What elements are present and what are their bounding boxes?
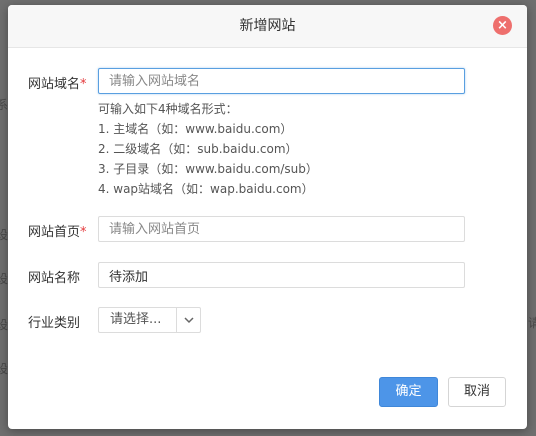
backdrop-text: 设: [0, 362, 9, 376]
hint-item: 1. 主域名（如：www.baidu.com）: [98, 122, 293, 136]
industry-label: 行业类别: [28, 316, 81, 331]
select-divider: [176, 308, 177, 332]
domain-input[interactable]: [98, 68, 465, 94]
add-site-dialog: 新增网站 × 网站域名* 可输入如下4种域名形式： 1. 主域名（如：www.b…: [8, 5, 527, 429]
required-mark: *: [80, 225, 87, 240]
chevron-down-icon: [184, 317, 194, 324]
homepage-input[interactable]: [98, 216, 465, 242]
backdrop-text: 系: [0, 98, 9, 112]
site-name-input[interactable]: [98, 262, 465, 288]
hint-item: 2. 二级域名（如：sub.baidu.com）: [98, 142, 298, 156]
hint-item: 4. wap站域名（如：wap.baidu.com）: [98, 182, 314, 196]
hint-item: 3. 子目录（如：www.baidu.com/sub）: [98, 162, 318, 176]
dialog-title: 新增网站: [239, 18, 296, 34]
dialog-header: 新增网站 ×: [8, 5, 527, 48]
backdrop-text: 请: [528, 316, 536, 330]
cancel-button[interactable]: 取消: [448, 377, 506, 407]
backdrop-text: 设: [0, 272, 9, 286]
industry-select[interactable]: 请选择...: [98, 307, 201, 333]
backdrop-text: 设: [0, 228, 9, 242]
site-name-label: 网站名称: [28, 271, 81, 286]
hint-intro: 可输入如下4种域名形式：: [98, 102, 238, 116]
homepage-label: 网站首页*: [28, 225, 87, 240]
confirm-button[interactable]: 确定: [379, 377, 438, 407]
domain-label: 网站域名*: [28, 77, 87, 92]
required-mark: *: [80, 77, 87, 92]
backdrop-text: 设: [0, 318, 9, 332]
domain-format-hint: 可输入如下4种域名形式： 1. 主域名（如：www.baidu.com） 2. …: [98, 99, 318, 199]
close-icon[interactable]: ×: [493, 16, 512, 35]
industry-selected-value: 请选择...: [110, 312, 162, 327]
